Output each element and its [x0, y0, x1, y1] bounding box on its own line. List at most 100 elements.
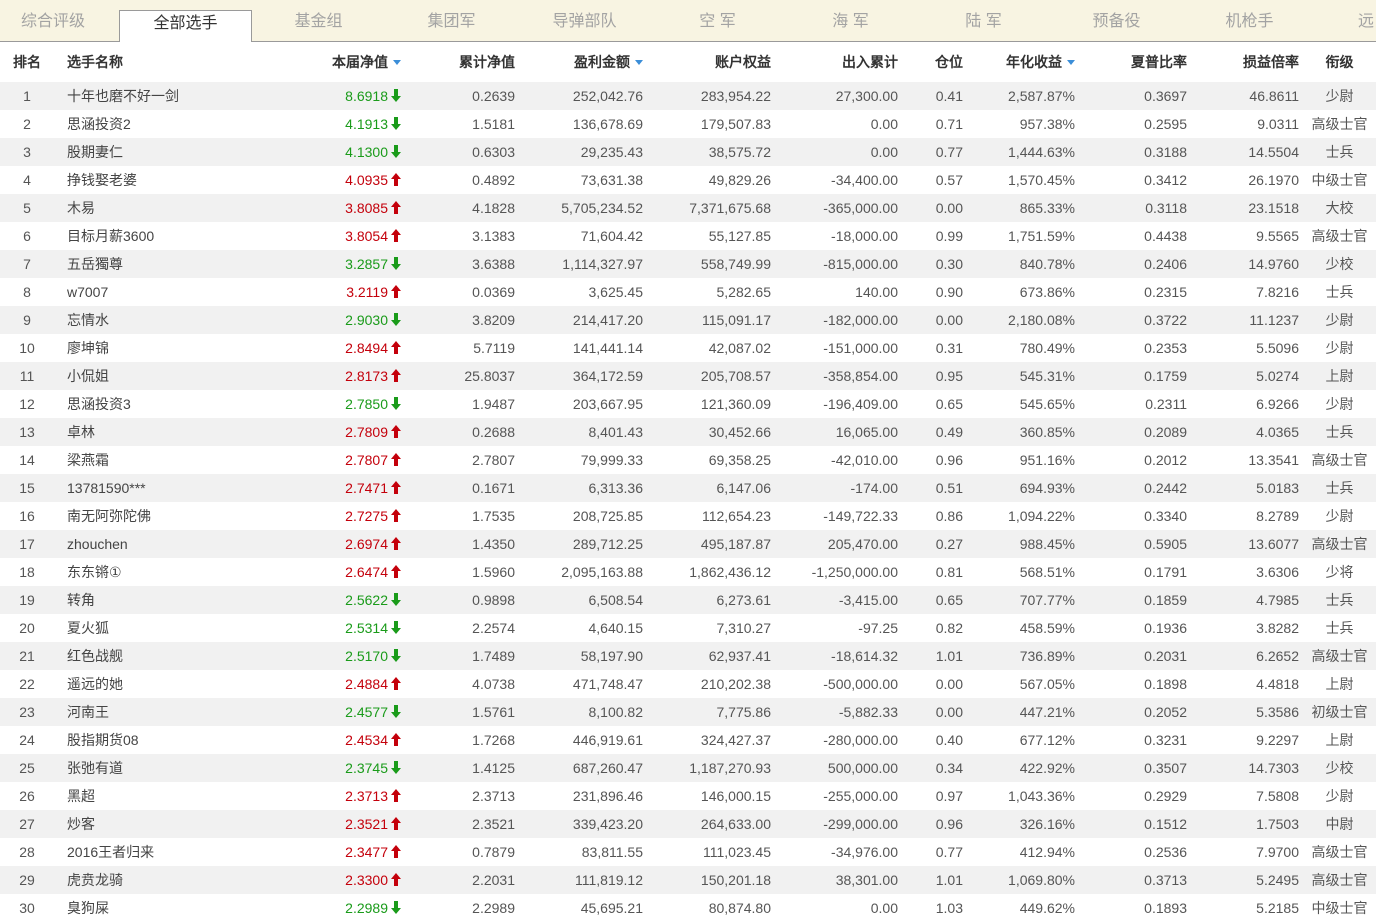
cash-flow-cell: -3,415.00: [775, 586, 902, 614]
header-label: 年化收益: [1006, 54, 1062, 70]
player-name-link[interactable]: 东东锵①: [67, 564, 122, 580]
header-profit-loss-ratio: 损益倍率: [1191, 42, 1303, 82]
player-name-link[interactable]: 思涵投资2: [67, 116, 131, 132]
player-name-cell: 河南王: [54, 698, 300, 726]
header-label: 损益倍率: [1243, 54, 1299, 70]
arrow-up-icon: [391, 341, 401, 354]
player-name-link[interactable]: zhouchen: [67, 536, 128, 552]
header-profit[interactable]: 盈利金额: [519, 42, 647, 82]
position-cell: 0.00: [902, 306, 967, 334]
table-row: 15 13781590*** 2.7471 0.1671 6,313.36 6,…: [0, 474, 1376, 502]
cash-flow-cell: -280,000.00: [823, 732, 898, 748]
cash-flow-cell: -18,000.00: [831, 228, 898, 244]
tab-navy[interactable]: 海 军: [784, 0, 917, 41]
table-row: 20 夏火狐 2.5314 2.2574 4,640.15 7,310.27 -…: [0, 614, 1376, 642]
rank-title-cell: 中级士官: [1311, 900, 1368, 916]
rank-cell: 23: [0, 698, 54, 726]
current-nav-value: 2.5622: [345, 592, 388, 608]
tab-reserve[interactable]: 预备役: [1050, 0, 1183, 41]
player-name-link[interactable]: 臭狗屎: [67, 900, 109, 916]
table-row: 3 股期妻仁 4.1300 0.6303 29,235.43 38,575.72…: [0, 138, 1376, 166]
player-name-cell: 夏火狐: [54, 614, 300, 642]
annual-return-cell: 568.51%: [1019, 564, 1075, 580]
sharpe-ratio-cell: 0.3340: [1144, 508, 1187, 524]
annual-return-cell: 422.92%: [967, 754, 1079, 782]
arrow-down-icon: [391, 761, 401, 774]
player-name-link[interactable]: 13781590***: [67, 480, 146, 496]
position-cell: 0.31: [935, 340, 963, 356]
player-name-cell: 思涵投资3: [54, 390, 300, 418]
player-name-link[interactable]: 思涵投资3: [67, 396, 131, 412]
tab-fund-group[interactable]: 基金组: [252, 0, 385, 41]
profit-loss-ratio-cell: 14.5504: [1191, 138, 1303, 166]
player-name-link[interactable]: 虎贲龙骑: [67, 872, 123, 888]
annual-return-cell: 449.62%: [1019, 900, 1075, 916]
current-nav-value: 2.5170: [345, 648, 388, 664]
player-name-link[interactable]: 黑超: [67, 788, 95, 804]
table-row: 23 河南王 2.4577 1.5761 8,100.82 7,775.86 -…: [0, 698, 1376, 726]
position-cell: 0.82: [935, 620, 963, 636]
profit-loss-ratio-cell: 8.2789: [1256, 508, 1299, 524]
player-name-link[interactable]: 十年也磨不好一剑: [67, 88, 179, 104]
player-name-link[interactable]: 目标月薪3600: [67, 228, 154, 244]
cash-flow-cell: -151,000.00: [823, 340, 898, 356]
player-name-link[interactable]: 股指期货08: [67, 732, 139, 748]
player-name-link[interactable]: 张弛有道: [67, 760, 123, 776]
player-name-link[interactable]: 转角: [67, 592, 95, 608]
current-nav-value: 8.6918: [345, 88, 388, 104]
sharpe-ratio-cell: 0.3412: [1144, 172, 1187, 188]
tab-machine-gunner[interactable]: 机枪手: [1183, 0, 1316, 41]
profit-loss-ratio-cell: 7.9700: [1256, 844, 1299, 860]
player-name-link[interactable]: 遥远的她: [67, 676, 123, 692]
current-nav-value: 4.0935: [345, 172, 388, 188]
profit-cell: 5,705,234.52: [519, 194, 647, 222]
player-name-link[interactable]: w7007: [67, 284, 108, 300]
tab-group-army[interactable]: 集团军: [385, 0, 518, 41]
player-name-cell: 2016王者归来: [54, 838, 300, 866]
player-name-link[interactable]: 梁燕霜: [67, 452, 109, 468]
account-equity-cell: 42,087.02: [708, 340, 771, 356]
position-cell: 0.40: [935, 732, 963, 748]
player-name-link[interactable]: 卓林: [67, 424, 95, 440]
account-equity-cell: 62,937.41: [647, 642, 775, 670]
current-nav-value: 2.7275: [345, 508, 388, 524]
tab-army[interactable]: 陆 军: [917, 0, 1050, 41]
player-name-link[interactable]: 2016王者归来: [67, 844, 154, 860]
player-name-link[interactable]: 小侃姐: [67, 368, 109, 384]
sharpe-ratio-cell: 0.2012: [1144, 452, 1187, 468]
account-equity-cell: 558,749.99: [647, 250, 775, 278]
rank-cell: 8: [23, 284, 31, 300]
cash-flow-cell: -18,614.32: [775, 642, 902, 670]
profit-loss-ratio-cell: 7.8216: [1256, 284, 1299, 300]
tab-missile-force[interactable]: 导弹部队: [518, 0, 651, 41]
rank-cell: 24: [19, 732, 35, 748]
account-equity-cell: 324,427.37: [700, 732, 771, 748]
arrow-down-icon: [391, 397, 401, 410]
player-name-link[interactable]: 五岳獨尊: [67, 256, 123, 272]
tab-truncated[interactable]: 远: [1316, 0, 1376, 41]
header-label: 出入累计: [842, 54, 898, 70]
player-name-link[interactable]: 股期妻仁: [67, 144, 123, 160]
tab-overall-rating[interactable]: 综合评级: [0, 0, 119, 41]
header-annual-return[interactable]: 年化收益: [967, 42, 1079, 82]
player-name-link[interactable]: 红色战舰: [67, 648, 123, 664]
player-name-link[interactable]: 忘情水: [67, 312, 109, 328]
profit-loss-ratio-cell: 5.2185: [1256, 900, 1299, 916]
player-name-link[interactable]: 南无阿弥陀佛: [67, 508, 151, 524]
player-name-link[interactable]: 炒客: [67, 816, 95, 832]
annual-return-cell: 447.21%: [967, 698, 1079, 726]
player-name-link[interactable]: 夏火狐: [67, 620, 109, 636]
player-name-link[interactable]: 挣钱娶老婆: [67, 172, 137, 188]
account-equity-cell: 111,023.45: [703, 844, 771, 860]
rank-cell: 22: [19, 676, 35, 692]
header-current-nav[interactable]: 本届净值: [300, 42, 405, 82]
tab-air-force[interactable]: 空 军: [651, 0, 784, 41]
tab-all-players[interactable]: 全部选手: [119, 10, 252, 42]
position-cell: 0.00: [935, 676, 963, 692]
sharpe-ratio-cell: 0.2031: [1079, 642, 1191, 670]
player-name-link[interactable]: 廖坤锦: [67, 340, 109, 356]
current-nav-cell: 8.6918: [300, 82, 405, 110]
player-name-link[interactable]: 木易: [67, 200, 95, 216]
position-cell: 0.96: [935, 452, 963, 468]
player-name-link[interactable]: 河南王: [67, 704, 109, 720]
